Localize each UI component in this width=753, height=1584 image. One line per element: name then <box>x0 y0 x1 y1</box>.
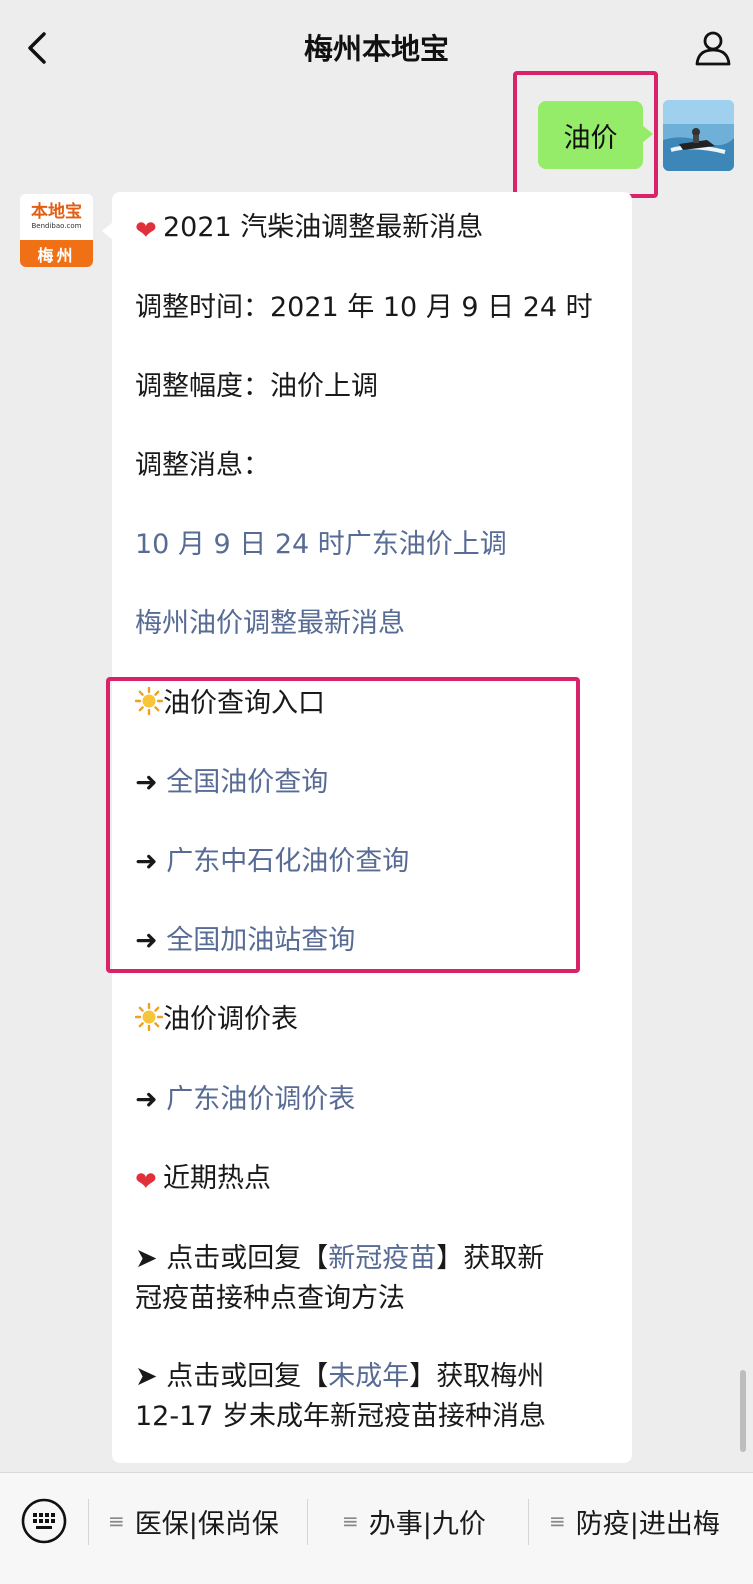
menu-list-icon: ≡ <box>342 1509 359 1533</box>
arrow-right-icon: ➜ <box>135 846 158 877</box>
gas-station-query-item[interactable]: ➜ 全国加油站查询 <box>135 924 355 958</box>
bot-avatar[interactable]: 本地宝 Bendibao.com 梅州 <box>20 194 93 267</box>
sun-icon <box>135 687 163 715</box>
guangdong-price-table-link[interactable]: 广东油价调价表 <box>166 1084 355 1115</box>
arrow-right-icon: ➜ <box>135 767 158 798</box>
minor-reply-line-2: 12-17 岁未成年新冠疫苗接种消息 <box>135 1401 547 1432</box>
hot-topics-heading: ❤ 近期热点 <box>135 1163 271 1197</box>
sinopec-price-query-link[interactable]: 广东中石化油价查询 <box>166 846 409 877</box>
menu-list-icon: ≡ <box>549 1509 566 1533</box>
national-price-query-link[interactable]: 全国油价查询 <box>166 767 328 798</box>
guangdong-price-table-item[interactable]: ➜ 广东油价调价表 <box>135 1083 355 1117</box>
bottom-menu-bar: ≡ 医保|保尚保 ≡ 办事|九价 ≡ 防疫|进出梅 <box>0 1472 753 1584</box>
menu-item-services[interactable]: ≡ 办事|九价 <box>342 1499 486 1543</box>
heart-icon: ❤ <box>135 216 157 246</box>
meizhou-price-link[interactable]: 梅州油价调整最新消息 <box>135 607 405 641</box>
arrow-right-icon: ➜ <box>135 1084 158 1115</box>
adjust-time-line: 调整时间：2021 年 10 月 9 日 24 时 <box>135 292 593 323</box>
adjust-news-label: 调整消息： <box>135 450 270 481</box>
scrollbar[interactable] <box>740 1370 746 1452</box>
menu-list-icon: ≡ <box>108 1509 125 1533</box>
logo-text: 本地宝 <box>31 202 82 222</box>
user-profile-icon[interactable] <box>693 28 733 68</box>
keyboard-icon[interactable] <box>20 1497 68 1545</box>
headline-line: ❤ 2021 汽柴油调整最新消息 <box>135 212 484 246</box>
nav-bar: 梅州本地宝 <box>0 0 753 94</box>
vaccine-reply-line-2: 冠疫苗接种点查询方法 <box>135 1283 405 1314</box>
minor-reply-line: ➤ 点击或回复【未成年】获取梅州 <box>135 1361 545 1392</box>
logo-city: 梅州 <box>20 240 93 267</box>
menu-item-epidemic[interactable]: ≡ 防疫|进出梅 <box>549 1499 720 1543</box>
vaccine-reply-line: ➤ 点击或回复【新冠疫苗】获取新 <box>135 1243 545 1274</box>
menu-divider <box>88 1499 89 1545</box>
menu-divider <box>528 1499 529 1545</box>
heart-icon: ❤ <box>135 1167 157 1197</box>
query-entry-heading: 油价查询入口 <box>135 687 325 721</box>
sinopec-price-query-item[interactable]: ➜ 广东中石化油价查询 <box>135 845 409 879</box>
back-icon[interactable] <box>22 30 52 66</box>
user-avatar[interactable] <box>663 100 734 171</box>
logo-subtext: Bendibao.com <box>31 222 82 230</box>
national-price-query-item[interactable]: ➜ 全国油价查询 <box>135 766 328 800</box>
user-message-bubble[interactable]: 油价 <box>538 101 653 169</box>
menu-item-medical-insurance[interactable]: ≡ 医保|保尚保 <box>108 1499 279 1543</box>
minor-keyword-link[interactable]: 未成年 <box>328 1361 409 1392</box>
price-table-heading: 油价调价表 <box>135 1003 298 1037</box>
arrow-right-icon: ➜ <box>135 925 158 956</box>
page-title: 梅州本地宝 <box>303 32 449 66</box>
pointer-icon: ➤ <box>135 1243 158 1274</box>
sun-icon <box>135 1003 163 1031</box>
vaccine-keyword-link[interactable]: 新冠疫苗 <box>328 1243 436 1274</box>
adjust-range-line: 调整幅度：油价上调 <box>135 371 378 402</box>
menu-divider <box>307 1499 308 1545</box>
pointer-icon: ➤ <box>135 1361 158 1392</box>
guangdong-price-link[interactable]: 10 月 9 日 24 时广东油价上调 <box>135 528 507 562</box>
user-message-text: 油价 <box>563 122 618 154</box>
gas-station-query-link[interactable]: 全国加油站查询 <box>166 925 355 956</box>
